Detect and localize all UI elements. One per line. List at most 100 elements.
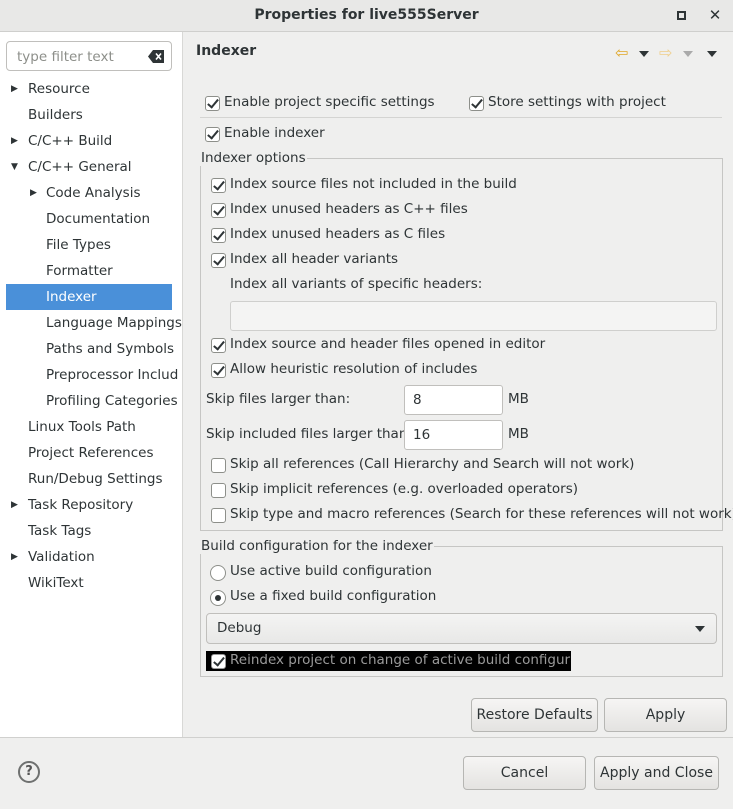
variants-specific-input[interactable] [230,301,717,331]
index-unused-cpp-checkbox[interactable] [211,203,226,218]
tree-item-label: File Types [46,237,111,253]
tree-item-label: Validation [28,549,95,565]
tree-item-c-c-general[interactable]: ▼ C/C++ General [0,154,182,180]
heuristic-resolution-label: Allow heuristic resolution of includes [230,361,478,377]
skip-all-refs-label: Skip all references (Call Hierarchy and … [230,456,635,472]
collapse-arrow-icon[interactable]: ▶ [11,76,18,102]
reindex-label: Reindex project on change of active buil… [230,652,571,668]
use-fixed-config-radio[interactable] [210,590,226,606]
store-with-project-checkbox[interactable] [469,96,484,111]
index-unused-cpp-label: Index unused headers as C++ files [230,201,468,217]
tree-item-label: Code Analysis [46,185,141,201]
filter-field[interactable] [6,41,172,71]
forward-menu-icon [683,51,693,57]
skip-type-macro-refs-checkbox[interactable] [211,508,226,523]
tree-item-code-analysis[interactable]: ▶ Code Analysis [0,180,182,206]
build-config-title: Build configuration for the indexer [200,538,434,554]
forward-arrow-icon: ⇨ [659,43,673,62]
expand-arrow-icon[interactable]: ▼ [11,154,18,180]
use-fixed-config-label: Use a fixed build configuration [230,588,437,604]
tree-item-label: WikiText [28,575,84,591]
collapse-arrow-icon[interactable]: ▶ [30,180,37,206]
build-config-dropdown[interactable]: Debug [206,613,717,644]
view-menu-icon[interactable] [707,51,717,57]
tree-item-indexer[interactable]: Indexer [6,284,172,310]
tree-item-label: Task Repository [28,497,134,513]
index-all-variants-checkbox[interactable] [211,253,226,268]
tree-item-label: Project References [28,445,154,461]
separator [200,117,722,118]
tree-item-label: Profiling Categories [46,393,178,409]
skip-included-input[interactable]: 16 [404,420,503,450]
tree-item-preprocessor-includ[interactable]: Preprocessor Includ [0,362,182,388]
back-menu-icon[interactable] [639,51,649,57]
filter-input[interactable] [15,48,143,66]
skip-included-unit: MB [508,426,529,442]
variants-specific-label: Index all variants of specific headers: [230,276,483,292]
use-active-config-radio[interactable] [210,565,226,581]
tree-item-label: C/C++ General [28,159,132,175]
back-arrow-icon[interactable]: ⇦ [615,43,628,62]
tree-item-label: Builders [28,107,83,123]
apply-button[interactable]: Apply [604,698,727,732]
store-with-project-label: Store settings with project [488,94,666,110]
help-icon[interactable]: ? [18,761,40,783]
tree-item-task-repository[interactable]: ▶ Task Repository [0,492,182,518]
skip-included-label: Skip included files larger than: [206,426,412,442]
tree-item-file-types[interactable]: File Types [0,232,182,258]
tree-item-label: Language Mappings [46,315,182,331]
category-tree: ▶ Resource Builders ▶ C/C++ Build ▼ C/C++ Gene… [0,76,182,596]
index-all-variants-label: Index all header variants [230,251,399,267]
cancel-button[interactable]: Cancel [463,756,586,790]
tree-item-label: Formatter [46,263,113,279]
skip-implicit-refs-label: Skip implicit references (e.g. overloade… [230,481,579,497]
skip-files-unit: MB [508,391,529,407]
tree-item-paths-and-symbols[interactable]: Paths and Symbols [0,336,182,362]
indexer-options-title: Indexer options [200,150,307,166]
tree-item-language-mappings[interactable]: Language Mappings [0,310,182,336]
skip-all-refs-checkbox[interactable] [211,458,226,473]
collapse-arrow-icon[interactable]: ▶ [11,492,18,518]
skip-files-input[interactable]: 8 [404,385,503,415]
maximize-button[interactable] [666,0,696,31]
skip-implicit-refs-checkbox[interactable] [211,483,226,498]
tree-item-project-references[interactable]: Project References [0,440,182,466]
tree-item-label: Run/Debug Settings [28,471,163,487]
tree-item-c-c-build[interactable]: ▶ C/C++ Build [0,128,182,154]
index-unused-c-checkbox[interactable] [211,228,226,243]
restore-defaults-button[interactable]: Restore Defaults [471,698,598,732]
enable-indexer-checkbox[interactable] [205,127,220,142]
enable-indexer-label: Enable indexer [224,125,325,141]
tree-item-task-tags[interactable]: Task Tags [0,518,182,544]
enable-project-specific-checkbox[interactable] [205,96,220,111]
tree-item-formatter[interactable]: Formatter [0,258,182,284]
index-opened-in-editor-checkbox[interactable] [211,338,226,353]
index-opened-in-editor-label: Index source and header files opened in … [230,336,546,352]
tree-item-profiling-categories[interactable]: Profiling Categories [0,388,182,414]
tree-item-resource[interactable]: ▶ Resource [0,76,182,102]
page-title: Indexer [196,43,257,59]
index-source-not-in-build-label: Index source files not included in the b… [230,176,517,192]
tree-item-linux-tools-path[interactable]: Linux Tools Path [0,414,182,440]
use-active-config-label: Use active build configuration [230,563,432,579]
category-panel: ▶ Resource Builders ▶ C/C++ Build ▼ C/C++ Gene… [0,32,182,737]
index-source-not-in-build-checkbox[interactable] [211,178,226,193]
tree-item-run-debug-settings[interactable]: Run/Debug Settings [0,466,182,492]
tree-item-documentation[interactable]: Documentation [0,206,182,232]
tree-item-validation[interactable]: ▶ Validation [0,544,182,570]
tree-item-builders[interactable]: Builders [0,102,182,128]
close-window-button[interactable]: ✕ [700,0,730,31]
enable-project-specific-label: Enable project specific settings [224,94,435,110]
clear-filter-icon[interactable] [148,50,164,63]
reindex-checkbox[interactable] [211,654,226,669]
window-titlebar: Properties for live555Server [0,0,733,32]
apply-and-close-button[interactable]: Apply and Close [594,756,719,790]
heuristic-resolution-checkbox[interactable] [211,363,226,378]
collapse-arrow-icon[interactable]: ▶ [11,128,18,154]
maximize-icon [676,10,686,20]
skip-type-macro-refs-label: Skip type and macro references (Search f… [230,506,733,522]
navigation-controls: ⇦ ⇨ [615,43,725,65]
tree-item-wikitext[interactable]: WikiText [0,570,182,596]
tree-item-label: C/C++ Build [28,133,113,149]
collapse-arrow-icon[interactable]: ▶ [11,544,18,570]
